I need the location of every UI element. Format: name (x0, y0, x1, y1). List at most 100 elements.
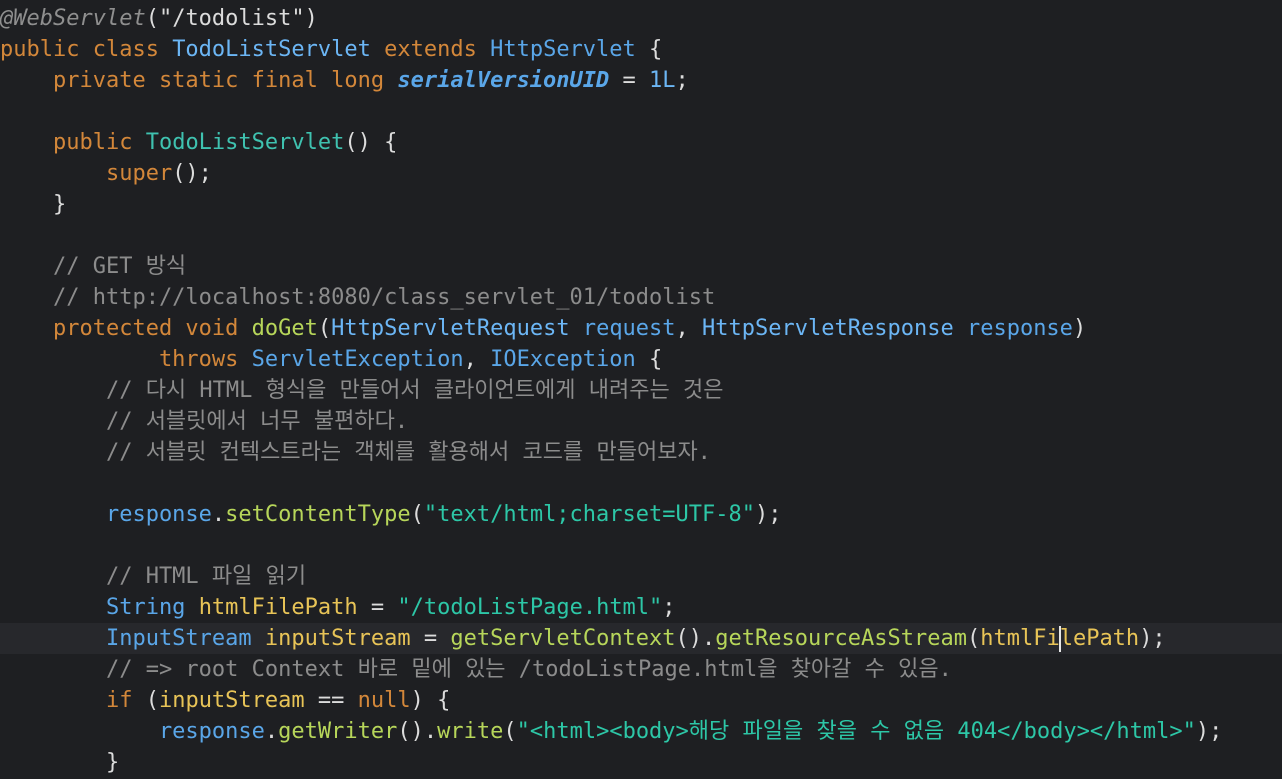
code-token: public (0, 130, 146, 155)
code-token: "/todoListPage.html" (397, 595, 663, 620)
code-token: . (211, 502, 226, 527)
code-line[interactable]: } (0, 189, 1282, 220)
code-token: if (0, 688, 133, 713)
code-token: 1L (649, 68, 676, 93)
code-token: } (0, 750, 120, 775)
code-line[interactable]: // => root Context 바로 밑에 있는 /todoListPag… (0, 654, 1282, 685)
code-token: htmlFi (980, 626, 1060, 651)
code-token: super (0, 161, 173, 186)
code-token: protected void (0, 316, 252, 341)
code-line[interactable]: throws ServletException, IOException { (0, 344, 1282, 375)
code-token: String (0, 595, 186, 620)
code-token: response (0, 719, 265, 744)
code-token: = (609, 68, 650, 93)
code-line[interactable]: } (0, 747, 1282, 778)
code-token: response (953, 316, 1073, 341)
code-token: null (357, 688, 411, 713)
code-token: getServletContext (450, 626, 676, 651)
code-token: ("/todolist") (145, 6, 318, 31)
code-token: ); (755, 502, 782, 527)
code-token: htmlFilePath (198, 595, 358, 620)
code-token: @WebServlet (0, 6, 146, 31)
code-token: ( (503, 719, 517, 744)
code-token: // 다시 HTML 형식을 만들어서 클라이언트에게 내려주는 것은 (0, 378, 724, 403)
code-token: ; (675, 68, 689, 93)
code-token: inputStream (158, 688, 305, 713)
code-token: { (635, 37, 663, 62)
code-token: ( (410, 502, 424, 527)
code-token: serialVersionUID (397, 68, 610, 93)
code-token: HttpServletResponse (702, 316, 954, 341)
code-line[interactable]: // HTML 파일 읽기 (0, 561, 1282, 592)
code-token: throws (0, 347, 252, 372)
code-token: ; (662, 595, 676, 620)
code-line[interactable]: // 서블릿 컨텍스트라는 객체를 활용해서 코드를 만들어보자. (0, 437, 1282, 468)
code-token: HttpServlet (490, 37, 636, 62)
code-line[interactable]: String htmlFilePath = "/todoListPage.htm… (0, 592, 1282, 623)
code-token: // GET 방식 (0, 254, 187, 279)
code-token: InputStream (0, 626, 252, 651)
code-token: . (264, 719, 279, 744)
code-token: HttpServletRequest (331, 316, 570, 341)
code-token: == (304, 688, 358, 713)
code-token: "text/html;charset=UTF-8" (423, 502, 755, 527)
code-token: getWriter (278, 719, 398, 744)
code-editor[interactable]: @WebServlet("/todolist") public class Tod… (0, 0, 1282, 779)
code-token: inputStream (264, 626, 411, 651)
code-line[interactable]: super(); (0, 158, 1282, 189)
code-token: setContentType (225, 502, 411, 527)
code-token: getResourceAsStream (715, 626, 967, 651)
code-line[interactable]: response.getWriter().write("<html><body>… (0, 716, 1282, 747)
code-token: lePath (1059, 626, 1140, 651)
code-line[interactable]: public TodoListServlet() { (0, 127, 1282, 158)
code-token: // HTML 파일 읽기 (0, 564, 307, 589)
code-line[interactable]: // http://localhost:8080/class_servlet_0… (0, 282, 1282, 313)
code-line[interactable]: protected void doGet(HttpServletRequest … (0, 313, 1282, 344)
code-token: ); (1139, 626, 1166, 651)
code-line[interactable]: if (inputStream == null) { (0, 685, 1282, 716)
code-token: request (569, 316, 676, 341)
code-line[interactable] (0, 220, 1282, 251)
code-token: write (437, 719, 504, 744)
code-line[interactable] (0, 468, 1282, 499)
code-token: doGet (251, 316, 318, 341)
code-token: public class (0, 37, 173, 62)
code-token: = (357, 595, 398, 620)
code-token: ServletException (251, 347, 464, 372)
code-token: // 서블릿에서 너무 불편하다. (0, 409, 409, 434)
code-token: , (463, 347, 491, 372)
code-token: { (635, 347, 663, 372)
code-line[interactable]: InputStream inputStream = getServletCont… (0, 623, 1282, 654)
code-token: } (0, 192, 67, 217)
code-line[interactable]: public class TodoListServlet extends Htt… (0, 34, 1282, 65)
code-line[interactable]: @WebServlet("/todolist") (0, 3, 1282, 34)
code-line[interactable]: // 서블릿에서 너무 불편하다. (0, 406, 1282, 437)
code-token: , (675, 316, 703, 341)
code-line[interactable]: private static final long serialVersionU… (0, 65, 1282, 96)
code-token: ) { (410, 688, 451, 713)
code-token: TodoListServlet (145, 130, 345, 155)
code-line[interactable]: // GET 방식 (0, 251, 1282, 282)
code-token: extends (370, 37, 491, 62)
code-token: ); (1195, 719, 1223, 744)
code-line[interactable] (0, 530, 1282, 561)
code-token: response (0, 502, 212, 527)
code-token: // http://localhost:8080/class_servlet_0… (0, 285, 716, 310)
code-token: (); (172, 161, 212, 186)
code-token: IOException (490, 347, 636, 372)
code-token: (). (675, 626, 716, 651)
code-token: "<html><body>해당 파일을 찾을 수 없음 404</body></… (516, 719, 1196, 744)
code-token: // => root Context 바로 밑에 있는 /todoListPag… (0, 657, 952, 682)
code-line[interactable] (0, 96, 1282, 127)
code-token: // 서블릿 컨텍스트라는 객체를 활용해서 코드를 만들어보자. (0, 440, 711, 465)
code-token: ( (132, 688, 159, 713)
code-token: ( (966, 626, 981, 651)
code-line[interactable]: // 다시 HTML 형식을 만들어서 클라이언트에게 내려주는 것은 (0, 375, 1282, 406)
code-token: (). (397, 719, 438, 744)
code-line[interactable]: response.setContentType("text/html;chars… (0, 499, 1282, 530)
code-token: () { (344, 130, 398, 155)
code-token: ( (317, 316, 332, 341)
code-token: private static final long (0, 68, 398, 93)
